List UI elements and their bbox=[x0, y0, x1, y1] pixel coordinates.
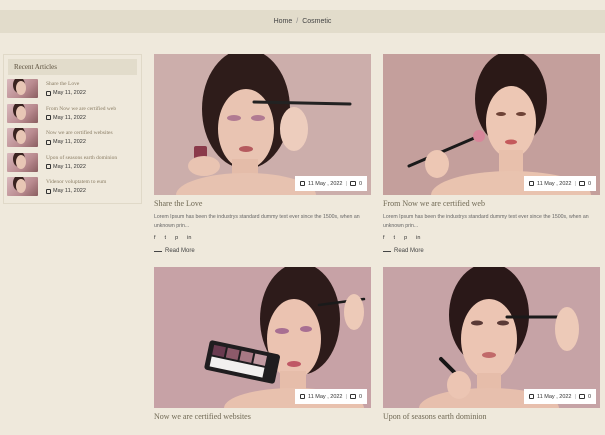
post-title-link[interactable]: Share the Love bbox=[154, 199, 371, 208]
calendar-icon bbox=[529, 394, 535, 399]
article-thumbnail[interactable] bbox=[7, 152, 38, 172]
breadcrumb-current: Cosmetic bbox=[302, 18, 332, 25]
makeup-model-photo bbox=[154, 54, 371, 195]
post-title-link[interactable]: Now we are certified websites bbox=[154, 412, 371, 421]
recent-article-item[interactable]: Videnor voluptatem to eum May 11, 2022 bbox=[4, 177, 141, 202]
article-title-link[interactable]: From Now we are certified web bbox=[46, 106, 116, 112]
recent-article-item[interactable]: Upon of seasons earth dominion May 11, 2… bbox=[4, 152, 141, 178]
twitter-icon[interactable]: t bbox=[394, 235, 396, 241]
post-date: 11 May , 2022 bbox=[537, 393, 572, 400]
breadcrumb-separator: / bbox=[296, 18, 299, 25]
recent-article-item[interactable]: From Now we are certified web May 11, 20… bbox=[4, 103, 141, 129]
recent-articles-title: Recent Articles bbox=[8, 59, 137, 75]
comment-icon bbox=[349, 181, 356, 186]
post-title-link[interactable]: Upon of seasons earth dominion bbox=[383, 412, 600, 421]
post-date: 11 May , 2022 bbox=[537, 180, 572, 187]
facebook-icon[interactable]: f bbox=[154, 235, 156, 241]
comment-count: 0 bbox=[587, 180, 591, 187]
article-title-link[interactable]: Share the Love bbox=[46, 81, 86, 87]
read-more-link[interactable]: Read More bbox=[154, 248, 371, 254]
breadcrumb: Home / Cosmetic bbox=[0, 10, 605, 33]
dash-icon bbox=[154, 250, 162, 252]
read-more-label: Read More bbox=[394, 248, 424, 254]
calendar-icon bbox=[46, 115, 51, 120]
blog-post-card: 11 May , 2022 | 0 From Now we are certif… bbox=[383, 54, 600, 254]
blog-post-card: 11 May , 2022 | 0 Share the Love Lorem I… bbox=[154, 54, 371, 254]
article-date: May 11, 2022 bbox=[46, 115, 116, 121]
article-thumbnail[interactable] bbox=[7, 103, 38, 123]
article-date: May 11, 2022 bbox=[46, 90, 86, 96]
post-date: 11 May , 2022 bbox=[308, 393, 343, 400]
article-date-text: May 11, 2022 bbox=[53, 163, 86, 170]
post-date-badge: 11 May , 2022 | 0 bbox=[295, 389, 367, 404]
post-date: 11 May , 2022 bbox=[308, 180, 343, 187]
article-date-text: May 11, 2022 bbox=[53, 114, 86, 121]
blog-post-card: 11 May , 2022 | 0 Now we are certified w… bbox=[154, 267, 371, 421]
post-title-link[interactable]: From Now we are certified web bbox=[383, 199, 600, 208]
article-date-text: May 11, 2022 bbox=[53, 90, 86, 96]
makeup-model-photo bbox=[154, 267, 371, 408]
post-date-badge: 11 May , 2022 | 0 bbox=[295, 176, 367, 191]
dash-icon bbox=[383, 250, 391, 252]
article-title-link[interactable]: Videnor voluptatem to eum bbox=[46, 179, 106, 185]
calendar-icon bbox=[46, 90, 51, 96]
recent-article-item[interactable]: Now we are certified websites May 11, 20… bbox=[4, 128, 141, 153]
article-thumbnail[interactable] bbox=[7, 128, 38, 147]
article-date-text: May 11, 2022 bbox=[53, 139, 86, 145]
linkedin-icon[interactable]: in bbox=[187, 235, 191, 241]
article-title-link[interactable]: Now we are certified websites bbox=[46, 130, 113, 136]
makeup-model-photo bbox=[383, 54, 600, 195]
blog-post-card: 11 May , 2022 | 0 Upon of seasons earth … bbox=[383, 267, 600, 421]
article-thumbnail[interactable] bbox=[7, 79, 38, 98]
post-image[interactable]: 11 May , 2022 | 0 bbox=[154, 267, 371, 408]
comment-count: 0 bbox=[358, 393, 362, 400]
post-image[interactable]: 11 May , 2022 | 0 bbox=[383, 54, 600, 195]
article-date: May 11, 2022 bbox=[46, 188, 106, 194]
calendar-icon bbox=[46, 139, 51, 145]
post-excerpt: Lorem Ipsum has been the industrys stand… bbox=[383, 214, 589, 229]
makeup-model-photo bbox=[383, 267, 600, 408]
article-title-link[interactable]: Upon of seasons earth dominion bbox=[46, 155, 117, 161]
pinterest-icon[interactable]: p bbox=[404, 235, 407, 241]
article-date: May 11, 2022 bbox=[46, 139, 113, 145]
twitter-icon[interactable]: t bbox=[165, 235, 167, 241]
calendar-icon bbox=[300, 394, 306, 399]
post-image[interactable]: 11 May , 2022 | 0 bbox=[383, 267, 600, 408]
post-date-badge: 11 May , 2022 | 0 bbox=[524, 389, 596, 404]
read-more-label: Read More bbox=[165, 248, 195, 254]
recent-article-item[interactable]: Share the Love May 11, 2022 bbox=[4, 79, 141, 104]
post-excerpt: Lorem Ipsum has been the industrys stand… bbox=[154, 214, 360, 229]
calendar-icon bbox=[529, 181, 535, 186]
facebook-icon[interactable]: f bbox=[383, 235, 385, 241]
read-more-link[interactable]: Read More bbox=[383, 248, 600, 254]
post-image[interactable]: 11 May , 2022 | 0 bbox=[154, 54, 371, 195]
share-links: f t p in bbox=[154, 235, 371, 241]
article-thumbnail[interactable] bbox=[7, 177, 38, 196]
share-links: f t p in bbox=[383, 235, 600, 241]
comment-icon bbox=[578, 181, 585, 186]
comment-count: 0 bbox=[587, 393, 591, 400]
calendar-icon bbox=[46, 164, 51, 169]
pinterest-icon[interactable]: p bbox=[175, 235, 178, 241]
calendar-icon bbox=[46, 188, 51, 194]
calendar-icon bbox=[300, 181, 306, 186]
recent-articles-widget: Recent Articles Share the Love May 11, 2… bbox=[3, 54, 142, 204]
article-date-text: May 11, 2022 bbox=[53, 188, 86, 194]
post-date-badge: 11 May , 2022 | 0 bbox=[524, 176, 596, 191]
comment-icon bbox=[349, 394, 356, 399]
breadcrumb-home-link[interactable]: Home bbox=[274, 18, 293, 25]
comment-count: 0 bbox=[358, 180, 362, 187]
comment-icon bbox=[578, 394, 585, 399]
linkedin-icon[interactable]: in bbox=[416, 235, 420, 241]
article-date: May 11, 2022 bbox=[46, 164, 117, 170]
